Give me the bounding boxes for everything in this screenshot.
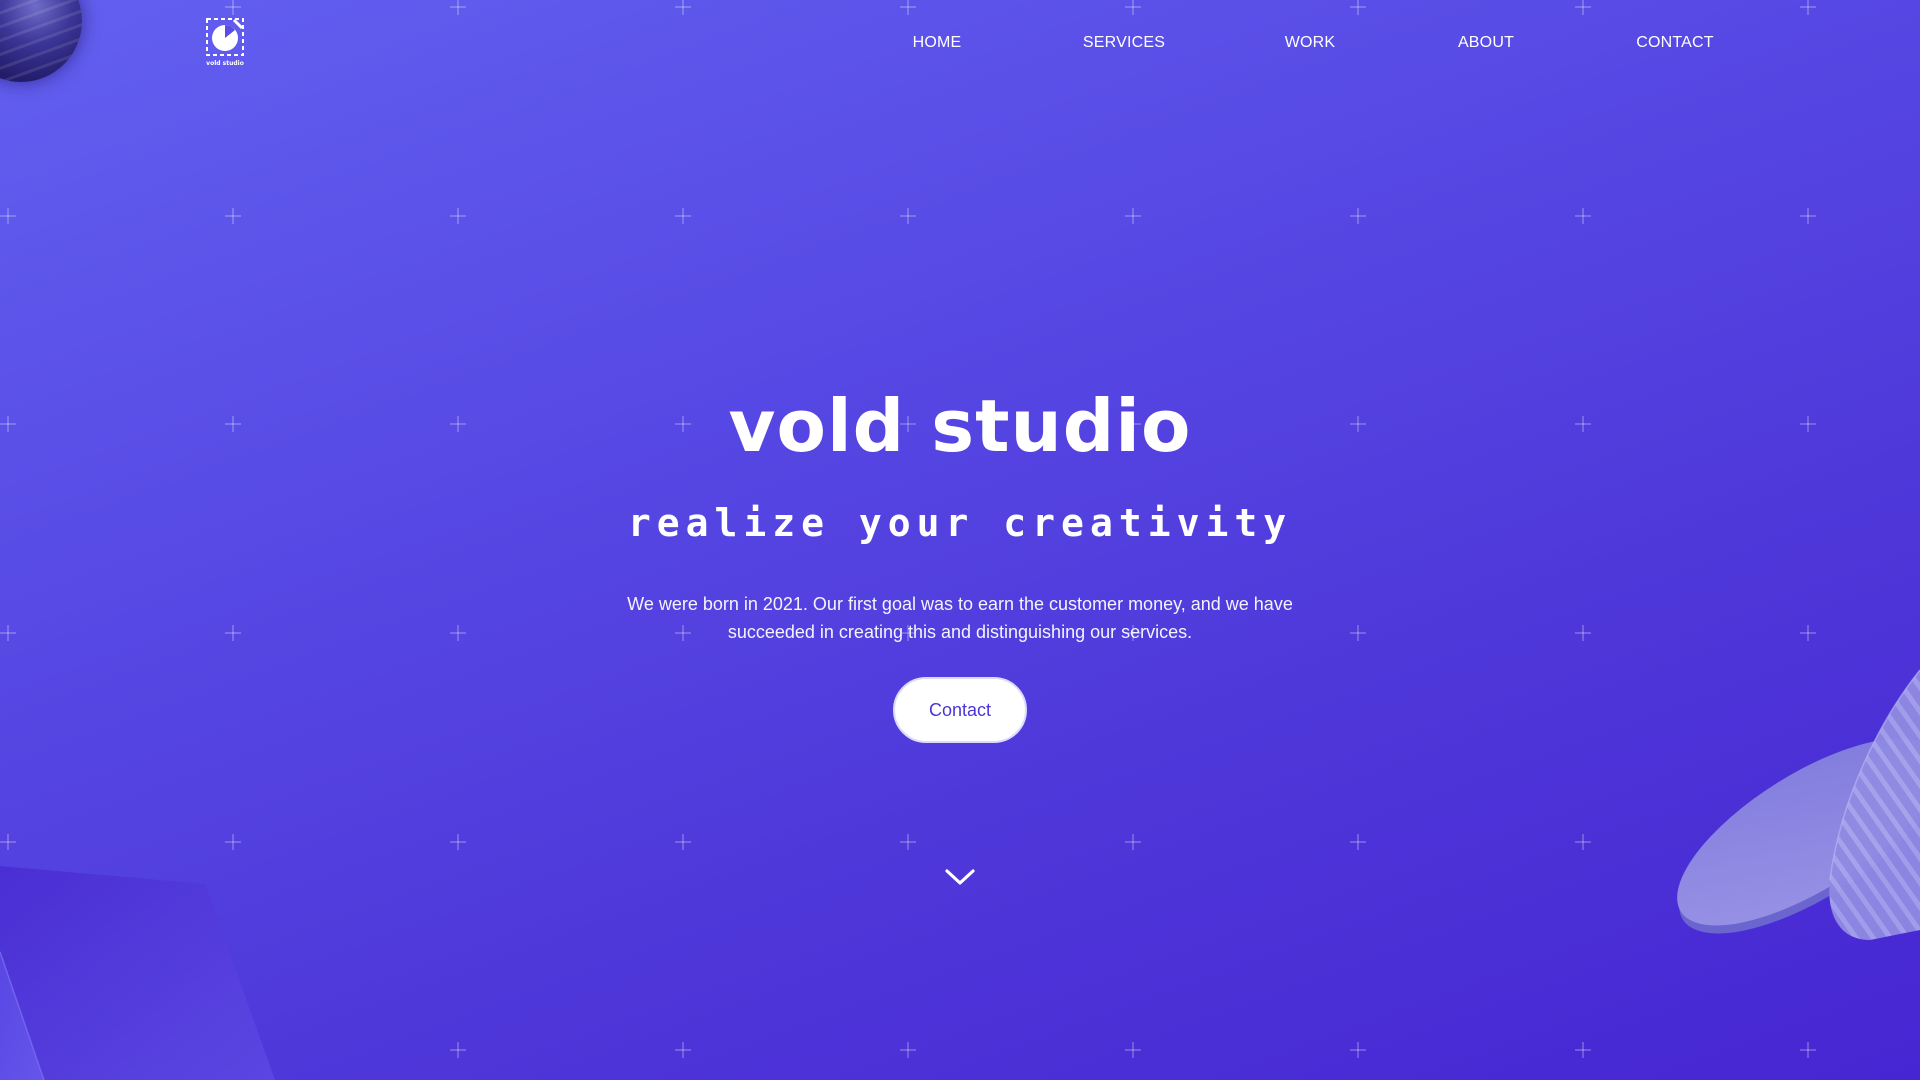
nav-work[interactable]: WORK: [1285, 34, 1336, 52]
nav-services[interactable]: SERVICES: [1083, 34, 1165, 52]
nav-home[interactable]: HOME: [913, 34, 962, 52]
hero-description: We were born in 2021. Our first goal was…: [627, 594, 1293, 642]
hero-subtitle: realize your creativity: [627, 501, 1293, 545]
hero-title: vold studio: [728, 384, 1192, 468]
contact-button[interactable]: Contact: [893, 677, 1027, 743]
chevron-down-icon[interactable]: [944, 866, 976, 888]
svg-text:vold studio: vold studio: [206, 60, 244, 67]
nav-contact[interactable]: CONTACT: [1636, 34, 1714, 52]
nav-about[interactable]: ABOUT: [1458, 34, 1514, 52]
main-nav: HOME SERVICES WORK ABOUT CONTACT: [0, 34, 1920, 56]
